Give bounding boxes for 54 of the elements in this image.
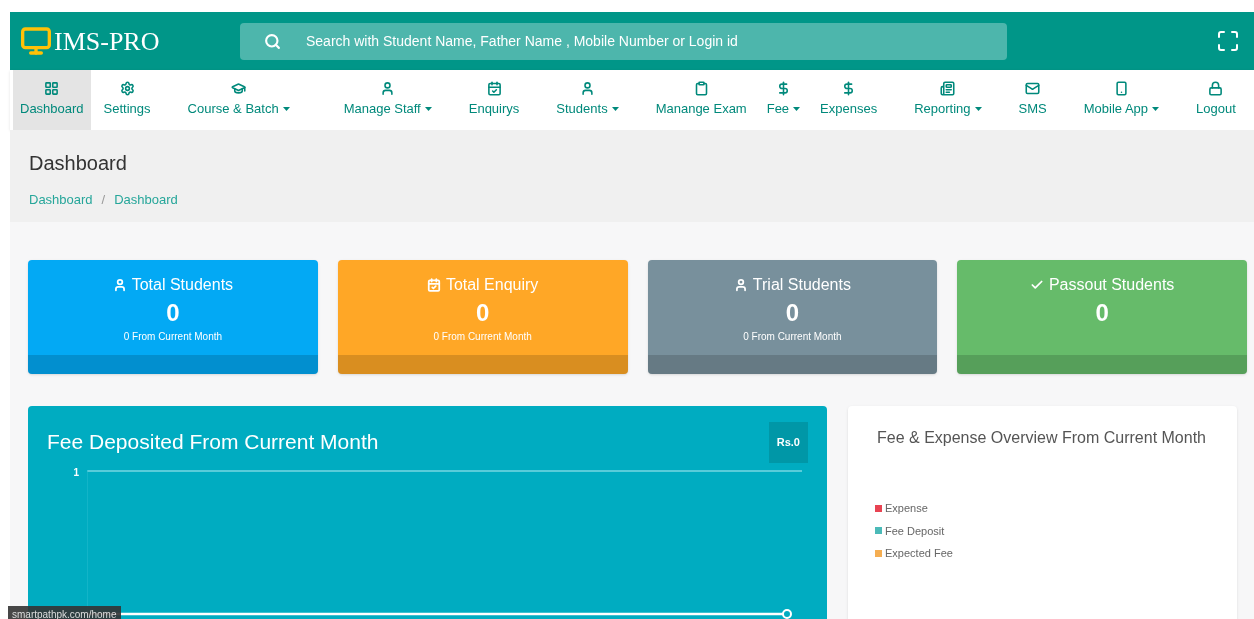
mail-icon (1025, 81, 1041, 97)
user-icon (380, 81, 396, 97)
amount-badge: Rs.0 (768, 422, 808, 463)
card-title: Trial Students (752, 275, 851, 295)
legend-label: Expected Fee (885, 546, 953, 561)
legend-label: Expense (885, 501, 928, 516)
card-subtitle: 0 From Current Month (433, 330, 532, 344)
lock-icon (1208, 81, 1224, 97)
card-value: 0 (785, 298, 800, 328)
breadcrumb-link[interactable]: Dashboard (29, 190, 93, 210)
nav-item[interactable]: Manange Exam (648, 70, 754, 130)
breadcrumb-link[interactable]: Dashboard (114, 190, 178, 210)
check-icon (1029, 278, 1044, 292)
user-icon (733, 278, 748, 292)
nav-item[interactable]: Students (549, 70, 626, 130)
page-title: Dashboard (29, 151, 128, 176)
card-value: 0 (475, 298, 490, 328)
monitor-icon (20, 25, 52, 57)
panel-title: Fee Deposited From Current Month (47, 429, 379, 455)
card-title: Total Enquiry (445, 275, 539, 295)
graduation-cap-icon (231, 81, 247, 97)
card-title: Passout Students (1048, 275, 1175, 295)
nav-item[interactable]: Logout (1189, 70, 1243, 130)
clipboard-icon (693, 81, 709, 97)
nav-item[interactable]: SMS (1011, 70, 1054, 130)
phone-icon (1113, 81, 1129, 97)
card-subtitle: 0 From Current Month (743, 330, 842, 344)
brand-logo[interactable]: IMS-PRO (54, 21, 160, 61)
calendar-icon (426, 278, 441, 292)
fullscreen-icon[interactable] (1216, 29, 1240, 53)
calendar-icon (486, 81, 502, 97)
nav-item[interactable]: Dashboard (13, 70, 91, 130)
newspaper-icon (940, 81, 956, 97)
card-title: Total Students (131, 275, 234, 295)
breadcrumb-separator: / (101, 191, 106, 209)
nav-item[interactable]: Course & Batch (180, 70, 297, 130)
user-icon (579, 81, 595, 97)
nav-item[interactable]: Reporting (907, 70, 989, 130)
nav-item[interactable]: Fee (759, 70, 808, 130)
card-value: 0 (1095, 298, 1109, 328)
nav-item[interactable]: Manage Staff (336, 70, 439, 130)
nav-item[interactable]: Enquirys (461, 70, 527, 130)
card-value: 0 (166, 298, 180, 328)
search-field[interactable]: Search with Student Name, Father Name , Mobile Number or Login id (240, 22, 1007, 60)
user-icon (112, 278, 127, 292)
legend-label: Fee Deposit (885, 523, 945, 539)
nav-item[interactable]: Mobile App (1076, 70, 1167, 130)
search-icon (264, 32, 281, 50)
panel-title: Fee & Expense Overview From Current Month (877, 428, 1207, 448)
nav-item[interactable]: Settings (96, 70, 158, 130)
grid-icon (44, 81, 60, 97)
gear-icon (119, 81, 135, 97)
card-subtitle: 0 From Current Month (123, 330, 223, 344)
nav-item[interactable]: Expenses (813, 70, 885, 130)
